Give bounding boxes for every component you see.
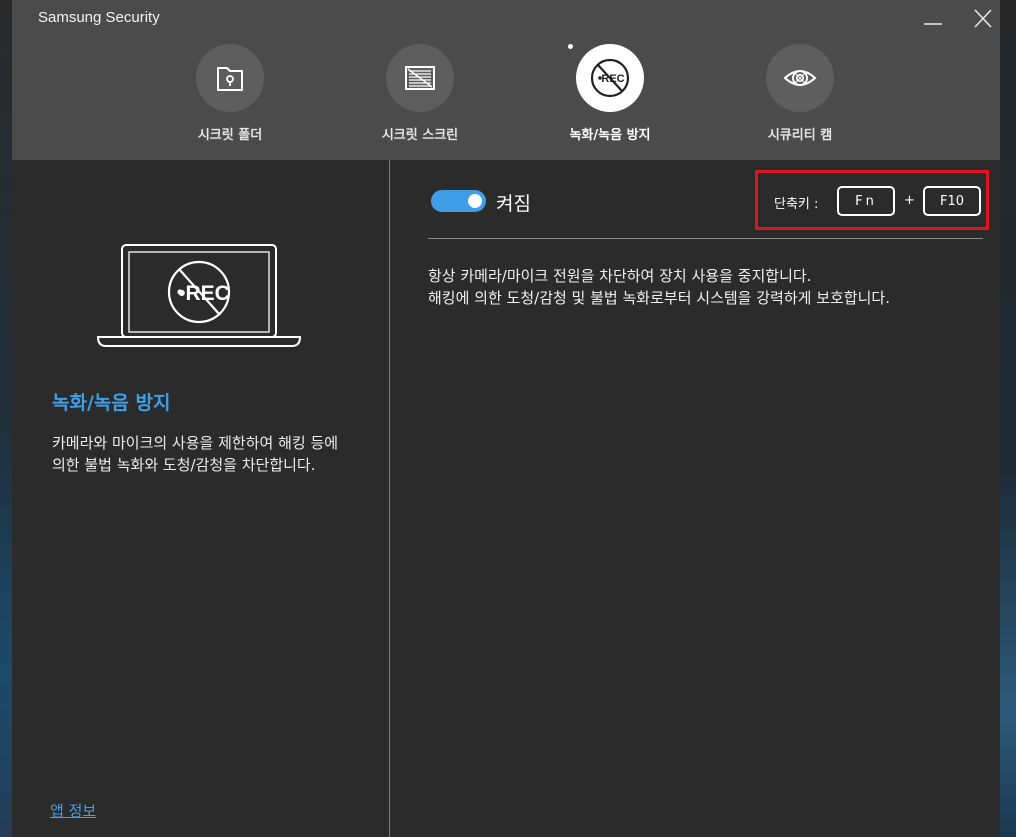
nav-icon-circle-active: REC	[576, 44, 644, 112]
close-icon	[974, 9, 992, 28]
nav-icon-circle	[386, 44, 454, 112]
app-info-link[interactable]: 앱 정보	[50, 800, 96, 821]
nav-item-secret-folder[interactable]: 시크릿 폴더	[135, 44, 325, 154]
shortcut-label: 단축키 :	[774, 197, 819, 212]
minimize-button[interactable]	[919, 6, 947, 32]
description-line-2: 해킹에 의한 도청/감청 및 불법 녹화로부터 시스템을 강력하게 보호합니다.	[428, 289, 890, 307]
secret-screen-icon	[405, 66, 435, 90]
feature-description: 카메라와 마이크의 사용을 제한하여 해킹 등에 의한 불법 녹화와 도청/감청…	[52, 434, 339, 474]
svg-text:REC: REC	[601, 73, 624, 85]
divider	[428, 238, 983, 239]
nav-item-rec-block[interactable]: REC 녹화/녹음 방지	[515, 44, 705, 154]
shortcut-key-fn[interactable]: Fn	[837, 186, 895, 216]
shortcut-key-f10[interactable]: F10	[923, 186, 981, 216]
svg-text:•REC: •REC	[178, 282, 230, 305]
main-description: 항상 카메라/마이크 전원을 차단하여 장치 사용을 중지합니다. 해킹에 의한…	[428, 265, 988, 309]
feature-title: 녹화/녹음 방지	[52, 392, 171, 414]
nav-label-security-cam: 시큐리티 캠	[767, 128, 833, 143]
nav-item-secret-screen[interactable]: 시크릿 스크린	[325, 44, 515, 154]
toggle-knob	[468, 194, 482, 208]
app-title: Samsung Security	[38, 9, 160, 26]
nav-icon-circle	[766, 44, 834, 112]
nav-item-security-cam[interactable]: 시큐리티 캠	[705, 44, 895, 154]
desktop-background-left	[0, 0, 12, 837]
main-panel: 켜짐 단축키 : Fn + F10 항상 카메라/마이크 전원을 차단하여 장치…	[390, 160, 1000, 837]
left-panel: •REC 녹화/녹음 방지 카메라와 마이크의 사용을 제한하여 해킹 등에 의…	[12, 160, 390, 837]
shortcut-highlight-box: 단축키 : Fn + F10	[755, 170, 989, 230]
active-indicator-dot	[568, 44, 573, 49]
close-button[interactable]	[969, 6, 997, 32]
feature-toggle-switch[interactable]	[431, 190, 486, 212]
nav-label-rec-block: 녹화/녹음 방지	[569, 128, 651, 143]
nav-label-secret-screen: 시크릿 스크린	[381, 128, 459, 143]
toggle-status-label: 켜짐	[496, 193, 531, 215]
nav-label-secret-folder: 시크릿 폴더	[197, 128, 263, 143]
description-line-1: 항상 카메라/마이크 전원을 차단하여 장치 사용을 중지합니다.	[428, 267, 812, 285]
rec-block-icon: REC	[590, 58, 630, 98]
secret-folder-icon	[217, 67, 243, 91]
minimize-icon	[924, 23, 942, 25]
desktop-background-right	[1000, 0, 1016, 837]
nav-icon-circle	[196, 44, 264, 112]
app-window: Samsung Security 시크릿 폴더 시크릿 스크린 REC 녹화/녹…	[12, 0, 1000, 837]
security-cam-icon	[783, 70, 817, 86]
window-header: Samsung Security 시크릿 폴더 시크릿 스크린 REC 녹화/녹…	[12, 0, 1000, 160]
shortcut-plus: +	[904, 193, 915, 208]
laptop-rec-illustration: •REC	[96, 244, 302, 347]
